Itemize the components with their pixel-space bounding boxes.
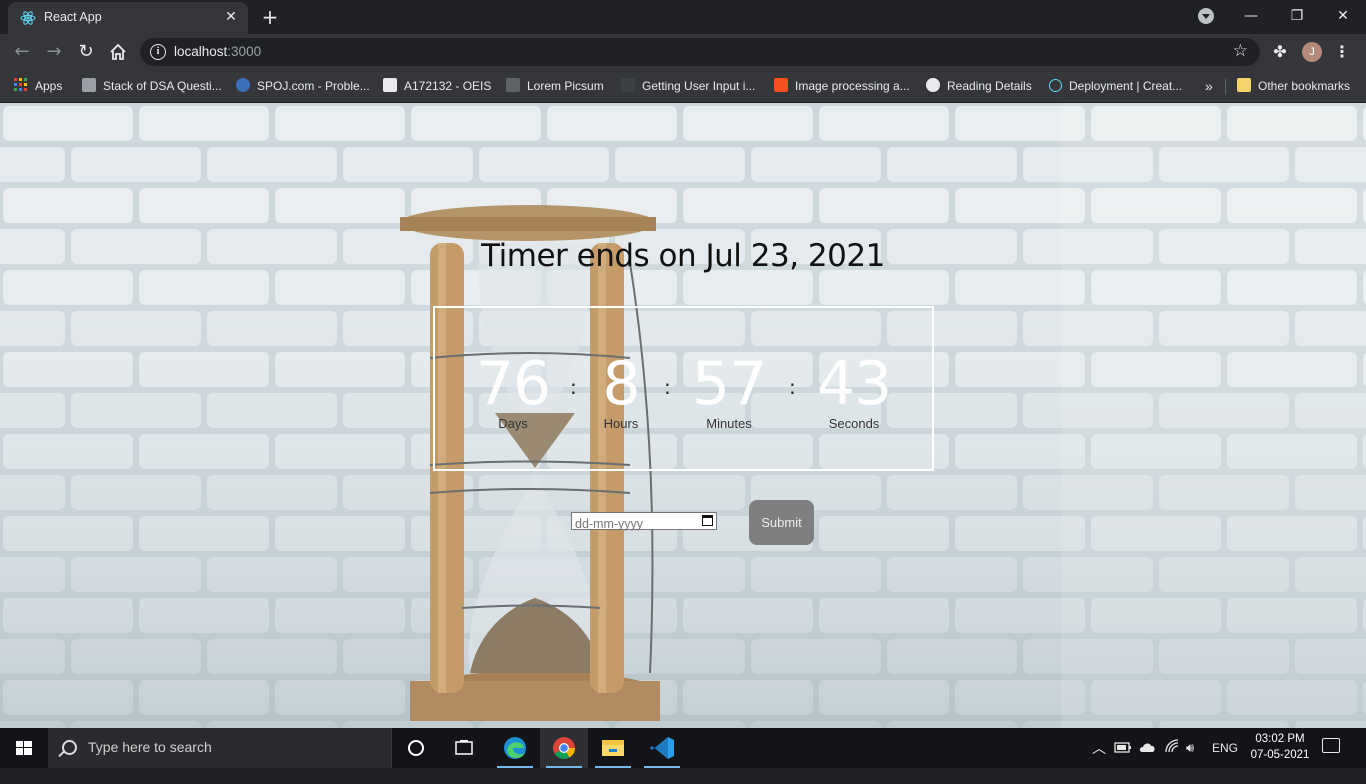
timer-minutes: 57 Minutes [679, 348, 779, 431]
back-button[interactable]: ← [8, 38, 36, 66]
minutes-value: 57 [691, 349, 767, 419]
extensions-icon[interactable]: ✤ [1270, 38, 1290, 66]
browser-menu-icon[interactable]: ⋮ [1334, 38, 1350, 66]
cortana-icon [408, 740, 424, 756]
volume-icon[interactable]: 🔊︎ [1186, 728, 1204, 768]
bookmark-favicon [621, 78, 635, 92]
new-tab-button[interactable]: + [258, 5, 282, 29]
bookmark-star-icon[interactable]: ☆ [1233, 41, 1248, 61]
taskbar-edge[interactable] [491, 728, 539, 768]
ix-icon [774, 78, 788, 92]
reload-button[interactable]: ↻ [72, 38, 100, 66]
spoj-icon [236, 78, 250, 92]
browser-toolbar: ← → ↻ i localhost:3000 ☆ [0, 34, 1366, 70]
taskbar-file-explorer[interactable] [589, 728, 637, 768]
folder-icon [602, 740, 624, 756]
more-bookmarks-button[interactable]: » [1205, 77, 1213, 95]
timer-separator: : [664, 375, 671, 399]
taskbar: Type here to search ︿ 🔊︎ ENG 03:02 PM 07… [0, 728, 1366, 768]
globe-icon [926, 78, 940, 92]
date-input[interactable] [572, 516, 698, 532]
input-language[interactable]: ENG [1212, 728, 1238, 768]
other-bookmarks-folder[interactable]: Other bookmarks [1237, 77, 1350, 95]
timer-hours: 8 Hours [571, 348, 671, 431]
tab-title: React App [44, 10, 102, 24]
bookmark-dsa-questions[interactable]: Stack of DSA Questi... [82, 77, 222, 95]
site-info-icon[interactable]: i [150, 44, 166, 60]
bookmark-getting-user-input[interactable]: Getting User Input i... [621, 77, 755, 95]
bookmark-reading-details[interactable]: Reading Details [926, 77, 1032, 95]
start-button[interactable] [0, 728, 48, 768]
timer-days: 76 Days [463, 348, 563, 431]
battery-icon [1114, 742, 1131, 753]
days-value: 76 [475, 349, 551, 419]
task-view-icon [455, 740, 473, 755]
onedrive-icon[interactable] [1139, 728, 1157, 768]
chrome-icon [553, 737, 575, 759]
date-picker[interactable] [571, 512, 717, 532]
timer-separator: : [789, 375, 796, 399]
bookmarks-bar: Apps Stack of DSA Questi... SPOJ.com - P… [0, 70, 1366, 103]
show-hidden-icons[interactable]: ︿ [1092, 728, 1106, 768]
bookmark-lorem-picsum[interactable]: Lorem Picsum [506, 77, 604, 95]
hours-value: 8 [602, 349, 640, 419]
wifi-icon [1165, 739, 1179, 753]
home-icon [110, 43, 126, 60]
battery-icon[interactable] [1114, 728, 1132, 768]
url-text: localhost:3000 [174, 44, 262, 59]
search-placeholder: Type here to search [88, 739, 212, 755]
apps-grid-icon [14, 78, 27, 91]
cortana-button[interactable] [392, 728, 440, 768]
react-icon [20, 11, 36, 25]
bookmark-spoj[interactable]: SPOJ.com - Proble... [236, 77, 370, 95]
seconds-value: 43 [816, 349, 892, 419]
cloud-icon [1139, 743, 1155, 752]
oeis-icon [383, 78, 397, 92]
wifi-icon[interactable] [1163, 728, 1181, 768]
taskbar-chrome[interactable] [540, 728, 588, 768]
page-viewport: Timer ends on Jul 23, 2021 76 Days : 8 H… [0, 103, 1366, 728]
bookmark-image-processing[interactable]: Image processing a... [774, 77, 910, 95]
countdown-timer: 76 Days : 8 Hours : 57 Minutes : 43 Seco… [433, 306, 934, 471]
close-window-button[interactable]: ✕ [1320, 0, 1366, 32]
tab-strip: React App ✕ + — ❐ ✕ [0, 0, 1366, 34]
windows-icon [16, 741, 32, 755]
bookmark-apps[interactable]: Apps [14, 77, 62, 95]
clock-time: 03:02 PM [1255, 733, 1305, 745]
taskbar-vscode[interactable] [638, 728, 686, 768]
bookmark-favicon [82, 78, 96, 92]
timer-seconds: 43 Seconds [804, 348, 904, 431]
clock[interactable]: 03:02 PM 07-05-2021 [1244, 731, 1316, 763]
search-icon [62, 740, 77, 755]
hours-label: Hours [603, 416, 639, 431]
profile-avatar[interactable]: J [1302, 42, 1322, 62]
home-button[interactable] [104, 38, 132, 66]
submit-button[interactable]: Submit [749, 500, 814, 545]
calendar-icon[interactable] [702, 515, 713, 526]
tab-react-app[interactable]: React App ✕ [8, 2, 248, 34]
edge-icon [504, 737, 526, 759]
tab-search-button[interactable] [1198, 8, 1214, 24]
bookmark-oeis[interactable]: A172132 - OEIS [383, 77, 491, 95]
camera-icon [506, 78, 520, 92]
bookmarks-divider [1225, 79, 1226, 95]
taskbar-search[interactable]: Type here to search [48, 728, 392, 768]
task-view-button[interactable] [440, 728, 488, 768]
react-icon [1049, 79, 1062, 92]
minimize-button[interactable]: — [1228, 0, 1274, 32]
vscode-icon [650, 737, 674, 759]
address-bar[interactable]: i localhost:3000 ☆ [140, 38, 1260, 66]
notification-center-icon[interactable] [1322, 738, 1340, 753]
folder-icon [1237, 78, 1251, 92]
forward-button[interactable]: → [40, 38, 68, 66]
bookmark-deployment[interactable]: Deployment | Creat... [1049, 77, 1182, 95]
tab-close-icon[interactable]: ✕ [222, 8, 240, 26]
restore-button[interactable]: ❐ [1274, 0, 1320, 32]
page-title: Timer ends on Jul 23, 2021 [481, 237, 885, 274]
clock-date: 07-05-2021 [1250, 749, 1310, 761]
